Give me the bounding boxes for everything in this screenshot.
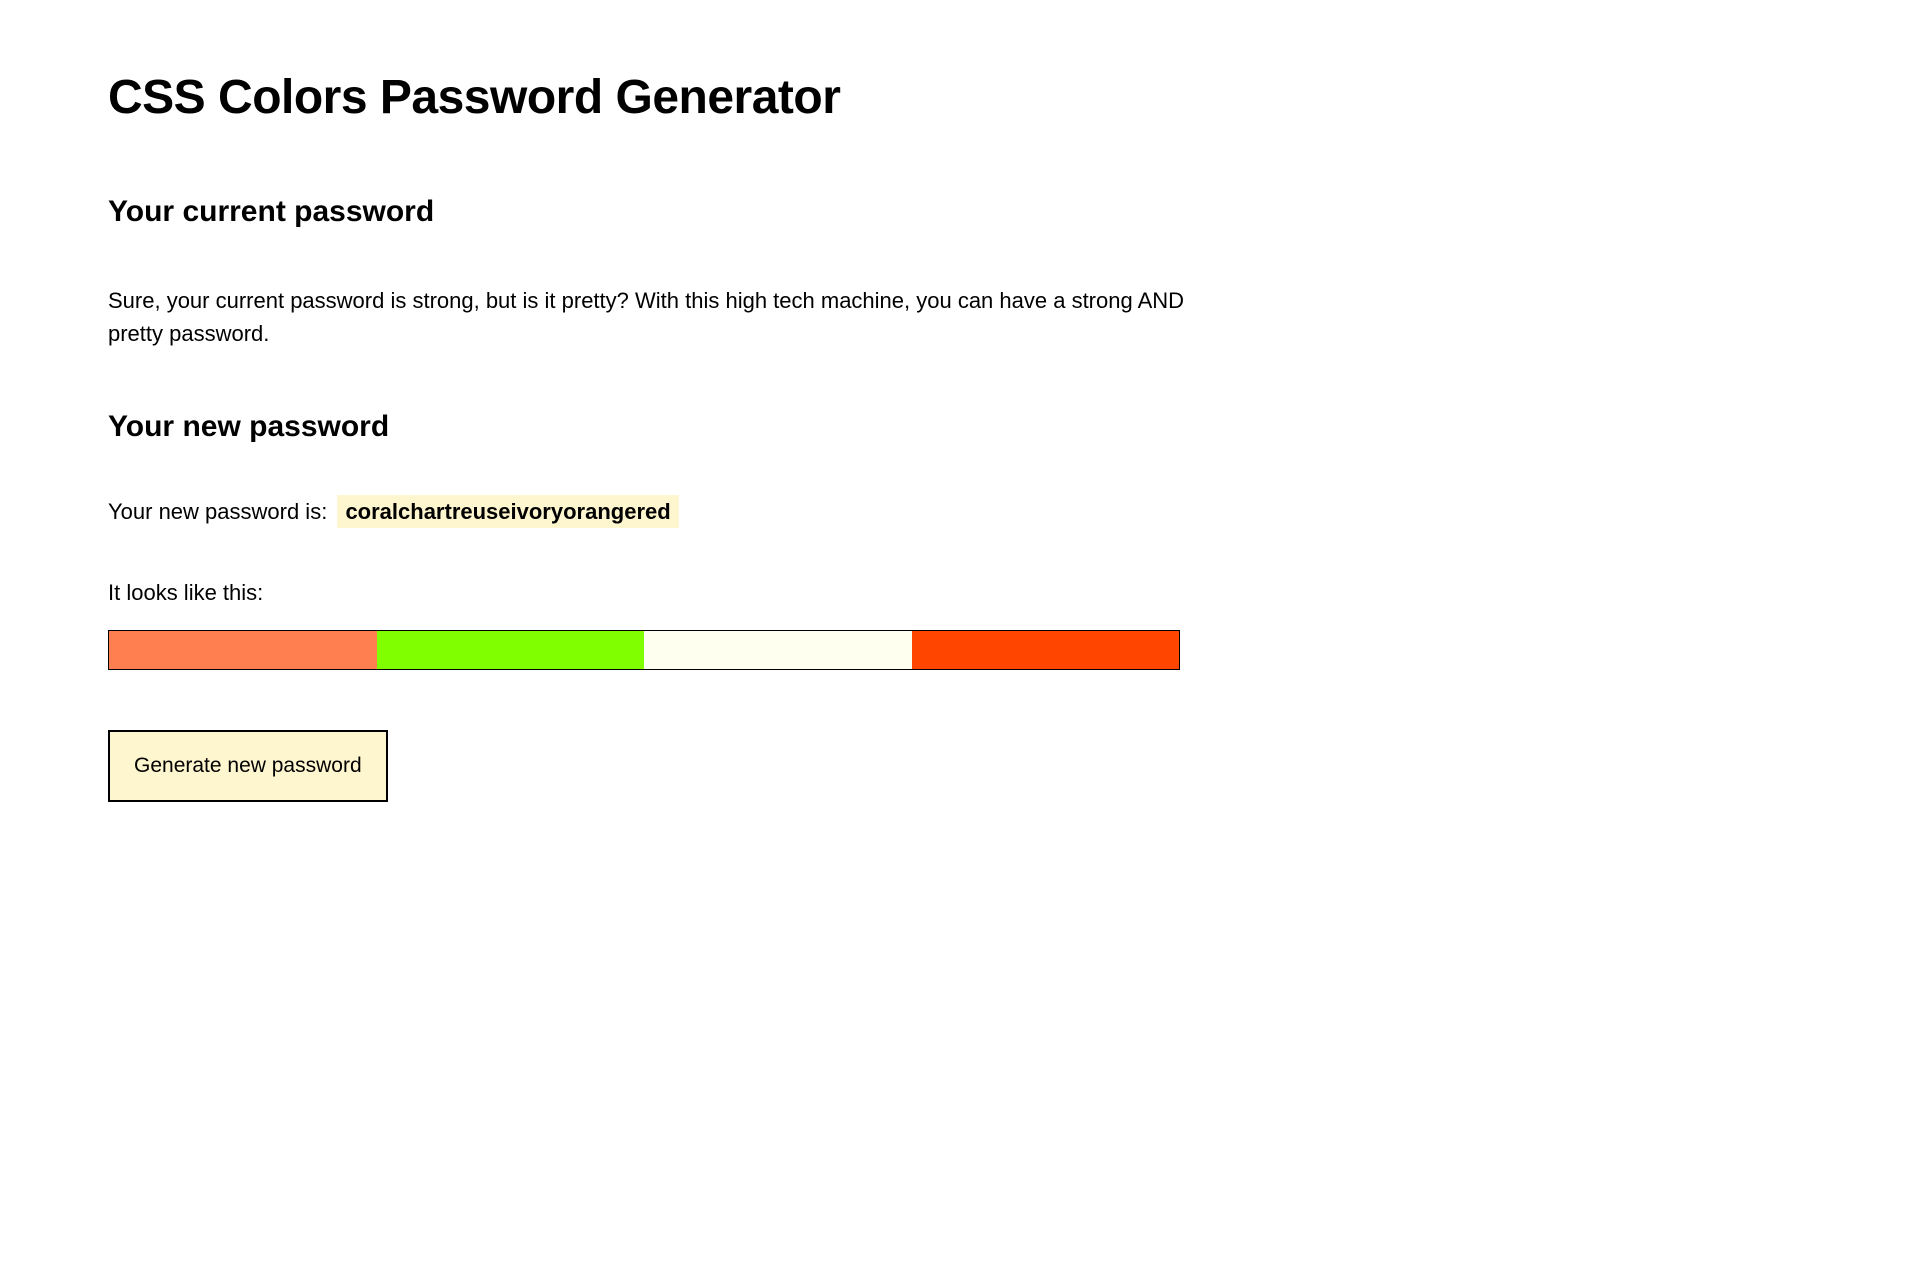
new-password-value: coralchartreuseivoryorangered: [337, 495, 678, 528]
current-password-heading: Your current password: [108, 195, 1812, 229]
color-swatch-ivory: [644, 631, 912, 669]
new-password-line: Your new password is: coralchartreuseivo…: [108, 499, 1812, 525]
page-title: CSS Colors Password Generator: [108, 70, 1812, 125]
color-preview-bar: [108, 630, 1180, 670]
preview-label: It looks like this:: [108, 580, 1812, 606]
intro-text: Sure, your current password is strong, b…: [108, 284, 1188, 350]
new-password-label: Your new password is:: [108, 499, 327, 524]
color-swatch-chartreuse: [377, 631, 645, 669]
color-swatch-orangered: [912, 631, 1180, 669]
generate-button[interactable]: Generate new password: [108, 730, 388, 802]
new-password-heading: Your new password: [108, 410, 1812, 444]
color-swatch-coral: [109, 631, 377, 669]
